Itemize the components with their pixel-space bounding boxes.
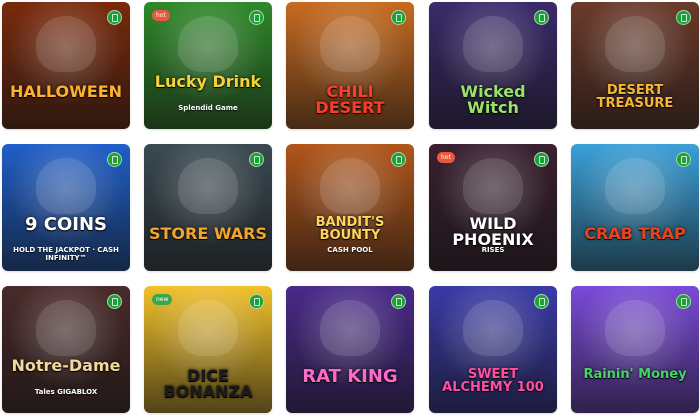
- game-subtitle: Tales GIGABLOX: [34, 388, 98, 396]
- game-title: HALLOWEEN: [9, 82, 123, 101]
- character-illustration: [605, 16, 665, 72]
- character-illustration: [320, 158, 380, 214]
- favorite-lock-icon[interactable]: [249, 294, 264, 309]
- character-illustration: [36, 300, 96, 356]
- favorite-lock-icon[interactable]: [107, 152, 122, 167]
- favorite-lock-icon[interactable]: [676, 152, 691, 167]
- game-tile[interactable]: BANDIT'S BOUNTY CASH POOL: [286, 144, 414, 271]
- game-title: RAT KING: [302, 366, 398, 387]
- game-title: Wicked Witch: [460, 82, 526, 117]
- character-illustration: [320, 300, 380, 356]
- game-tile[interactable]: RAT KING: [286, 286, 414, 413]
- game-subtitle: RISES: [481, 246, 505, 254]
- character-illustration: [463, 16, 523, 72]
- game-tile[interactable]: STORE WARS: [144, 144, 272, 271]
- character-illustration: [178, 300, 238, 356]
- game-tile[interactable]: Wicked Witch: [429, 2, 557, 129]
- favorite-lock-icon[interactable]: [391, 294, 406, 309]
- character-illustration: [178, 158, 238, 214]
- character-illustration: [320, 16, 380, 72]
- game-title: Lucky Drink: [154, 72, 262, 91]
- character-illustration: [463, 300, 523, 356]
- game-title: SWEET ALCHEMY 100: [442, 367, 544, 395]
- game-tile[interactable]: CRAB TRAP: [571, 144, 699, 271]
- favorite-lock-icon[interactable]: [249, 152, 264, 167]
- game-tile[interactable]: hot Lucky Drink Splendid Game: [144, 2, 272, 129]
- favorite-lock-icon[interactable]: [107, 294, 122, 309]
- game-title: Notre-Dame: [11, 356, 121, 375]
- character-illustration: [605, 158, 665, 214]
- game-grid: HALLOWEEN hot Lucky Drink Splendid Game CHIL…: [0, 0, 700, 420]
- tag-badge: hot: [152, 10, 170, 21]
- tag-badge: hot: [437, 152, 455, 163]
- game-tile[interactable]: HALLOWEEN: [2, 2, 130, 129]
- favorite-lock-icon[interactable]: [534, 294, 549, 309]
- favorite-lock-icon[interactable]: [534, 10, 549, 25]
- game-tile[interactable]: CHILI DESERT: [286, 2, 414, 129]
- favorite-lock-icon[interactable]: [391, 10, 406, 25]
- game-tile[interactable]: Notre-Dame Tales GIGABLOX: [2, 286, 130, 413]
- game-title: 9 COINS: [24, 214, 108, 235]
- favorite-lock-icon[interactable]: [107, 10, 122, 25]
- game-subtitle: Splendid Game: [178, 104, 238, 112]
- game-tile[interactable]: hot WILD PHOENIX RISES: [429, 144, 557, 271]
- game-title: Rainin' Money: [583, 367, 687, 382]
- game-title: DESERT TREASURE: [596, 83, 674, 111]
- character-illustration: [178, 16, 238, 72]
- game-tile[interactable]: SWEET ALCHEMY 100: [429, 286, 557, 413]
- favorite-lock-icon[interactable]: [391, 152, 406, 167]
- game-tile[interactable]: new DICE BONANZA: [144, 286, 272, 413]
- character-illustration: [463, 158, 523, 214]
- favorite-lock-icon[interactable]: [676, 294, 691, 309]
- game-subtitle: HOLD THE JACKPOT · CASH INFINITY™: [13, 246, 119, 262]
- game-tile[interactable]: DESERT TREASURE: [571, 2, 699, 129]
- favorite-lock-icon[interactable]: [249, 10, 264, 25]
- game-title: STORE WARS: [148, 224, 267, 243]
- character-illustration: [36, 16, 96, 72]
- game-title: CRAB TRAP: [584, 224, 686, 243]
- game-title: WILD PHOENIX: [452, 214, 534, 249]
- character-illustration: [605, 300, 665, 356]
- game-subtitle: CASH POOL: [327, 246, 373, 254]
- game-title: DICE BONANZA: [163, 366, 253, 401]
- game-tile[interactable]: Rainin' Money: [571, 286, 699, 413]
- character-illustration: [36, 158, 96, 214]
- game-title: BANDIT'S BOUNTY: [315, 215, 385, 243]
- game-title: CHILI DESERT: [315, 82, 385, 117]
- favorite-lock-icon[interactable]: [534, 152, 549, 167]
- tag-badge: new: [152, 294, 173, 305]
- game-tile[interactable]: 9 COINS HOLD THE JACKPOT · CASH INFINITY™: [2, 144, 130, 271]
- favorite-lock-icon[interactable]: [676, 10, 691, 25]
